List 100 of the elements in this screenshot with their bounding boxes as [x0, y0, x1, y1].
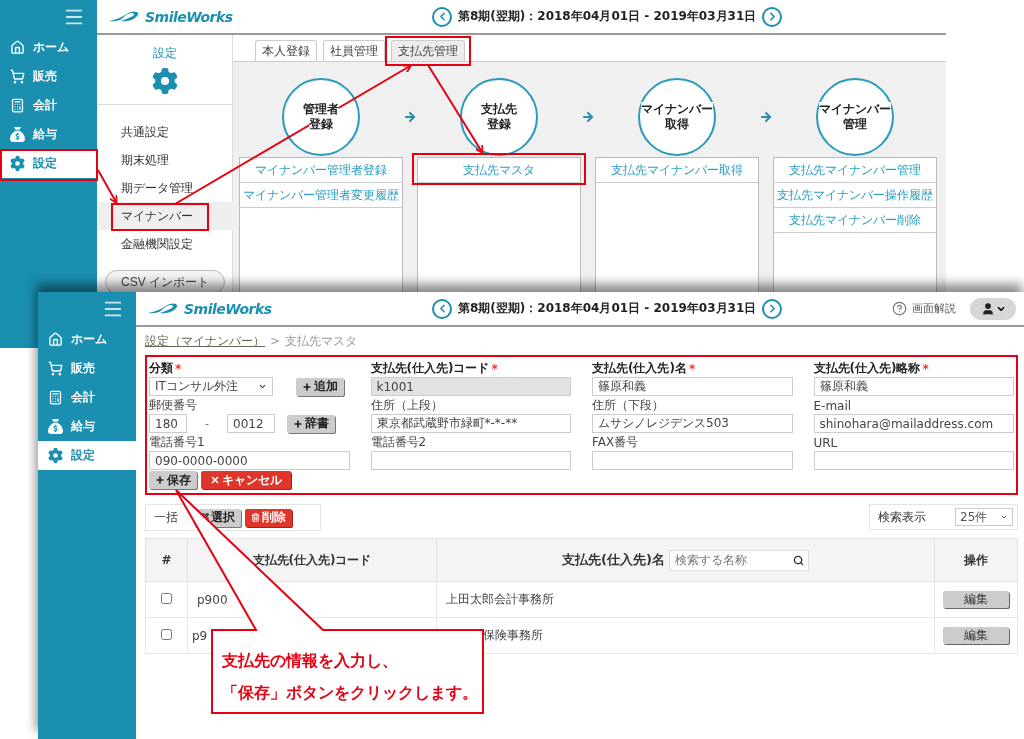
nav-item[interactable]: 会計	[38, 383, 136, 412]
breadcrumb-current: 支払先マスタ	[285, 332, 358, 350]
input-field[interactable]: 090-0000-0000	[149, 451, 350, 470]
add-button[interactable]: 追加	[296, 377, 344, 396]
nav-label: 販売	[33, 68, 57, 85]
field-label: 支払先(仕入先)略称 *	[813, 360, 930, 377]
nav-label: ホーム	[71, 331, 107, 348]
cart-icon	[48, 361, 63, 376]
csv-import-button[interactable]: CSV インポート	[105, 270, 225, 294]
nav-item[interactable]: ホーム	[0, 33, 97, 62]
input-field[interactable]: 180	[149, 414, 187, 433]
tab[interactable]: 社員管理	[323, 40, 385, 61]
menu-item[interactable]: 金融機関設定	[97, 230, 232, 258]
input-field[interactable]	[370, 451, 571, 470]
edit-button[interactable]: 編集	[942, 627, 1009, 644]
category-select[interactable]: ITコンサル外注	[149, 377, 273, 396]
field-label: 支払先(仕入先)名 *	[592, 360, 697, 377]
field-label: 住所（上段）	[370, 397, 444, 414]
search-icon[interactable]	[792, 554, 804, 566]
next-button[interactable]	[762, 6, 783, 27]
menu-item[interactable]: 共通設定	[97, 118, 232, 146]
input-field[interactable]	[813, 451, 1014, 470]
field-label: E-mail	[813, 397, 853, 414]
field-label: 住所（下段）	[592, 397, 665, 414]
breadcrumb-separator: >	[270, 334, 281, 348]
nav-item[interactable]: 給与	[38, 412, 136, 441]
cancel-button[interactable]: キャンセル	[201, 471, 291, 489]
help-link[interactable]: 画面解説	[892, 301, 956, 316]
arrow	[97, 169, 118, 204]
calculator-icon	[10, 98, 25, 113]
nav-label: 設定	[33, 155, 57, 172]
plus-icon	[302, 381, 312, 392]
user-icon	[980, 301, 995, 316]
user-menu-button[interactable]	[970, 297, 1016, 320]
field-label: 電話番号2	[370, 434, 428, 451]
gear-icon	[48, 448, 63, 463]
close-icon	[210, 475, 220, 485]
input-field[interactable]: ムサシノレジデンス503	[592, 414, 793, 433]
nav-item[interactable]: 販売	[38, 354, 136, 383]
logo-icon	[148, 301, 180, 316]
previous-button[interactable]	[432, 6, 452, 27]
delete-button[interactable]: 削除	[245, 508, 292, 527]
calculator-icon	[48, 390, 63, 405]
menu-item[interactable]: 期末処理	[97, 146, 232, 174]
checkbox[interactable]	[160, 592, 172, 604]
logo-text: SmileWorks	[145, 8, 233, 25]
table-cell: 上田太郎会計事務所	[436, 581, 935, 618]
home-icon	[48, 332, 63, 347]
nav-item[interactable]: 給与	[0, 120, 97, 149]
plus-icon	[155, 475, 165, 485]
breadcrumb-link[interactable]: 設定（マイナンバー）	[145, 332, 265, 350]
page-size-label: 検索表示	[878, 508, 926, 526]
menu-item[interactable]: マイナンバー	[97, 202, 233, 230]
money-bag-icon	[10, 127, 25, 142]
field-label: 電話番号1	[149, 434, 206, 451]
input-field[interactable]: 篠原和義	[813, 377, 1014, 396]
nav-label: 設定	[71, 447, 95, 464]
search-field[interactable]: 検索する名称	[668, 549, 809, 571]
field-label: URL	[813, 434, 839, 451]
step-circle: マイナンバー 取得	[638, 78, 716, 156]
gear-icon	[10, 156, 25, 171]
column-header: 支払先(仕入先)名	[562, 551, 665, 569]
input-field[interactable]	[592, 451, 793, 470]
nav-item[interactable]: 販売	[0, 62, 97, 91]
input-field[interactable]: 東京都武蔵野市緑町*-*-**	[370, 414, 571, 433]
bulk-label: 一括	[154, 509, 178, 526]
field-label: 郵便番号	[149, 397, 198, 414]
next-button[interactable]	[762, 298, 783, 319]
dictionary-button[interactable]: 辞書	[287, 414, 335, 433]
step-circle: 支払先 登録	[460, 78, 538, 156]
caret-icon	[1000, 513, 1008, 521]
home-icon	[10, 40, 25, 55]
nav-item[interactable]: ホーム	[38, 325, 136, 354]
field-label: 支払先(仕入先)コード *	[370, 360, 499, 377]
column-header: 操作	[964, 551, 988, 569]
money-bag-icon	[48, 419, 63, 434]
tab[interactable]: 本人登録	[255, 40, 317, 61]
input-field[interactable]: 篠原和義	[592, 377, 793, 396]
nav-item[interactable]: 設定	[38, 441, 136, 470]
save-button[interactable]: 保存	[149, 471, 197, 489]
step-circle: 管理者 登録	[282, 78, 360, 156]
edit-button[interactable]: 編集	[942, 591, 1009, 608]
nav-item[interactable]: 会計	[0, 91, 97, 120]
checkbox[interactable]	[160, 628, 172, 640]
nav-label: 販売	[71, 360, 95, 377]
period-text: 第8期(翌期)：2018年04月01日 - 2019年03月31日	[458, 8, 757, 25]
nav-label: 会計	[71, 389, 95, 406]
trash-icon	[251, 513, 260, 522]
nav-label: 会計	[33, 97, 57, 114]
separator-text: -	[204, 417, 210, 430]
input-field[interactable]: 0012	[227, 414, 275, 433]
menu-item[interactable]: 期データ管理	[97, 174, 232, 202]
input-field[interactable]: shinohara@mailaddress.com	[813, 414, 1014, 433]
caret-icon	[258, 382, 267, 391]
tab[interactable]: 支払先管理	[391, 40, 465, 61]
previous-button[interactable]	[432, 298, 452, 319]
page-size-select[interactable]: 25件	[955, 508, 1013, 526]
cart-icon	[10, 69, 25, 84]
field-label: FAX番号	[592, 434, 640, 451]
field-label: 分類 *	[149, 360, 183, 377]
